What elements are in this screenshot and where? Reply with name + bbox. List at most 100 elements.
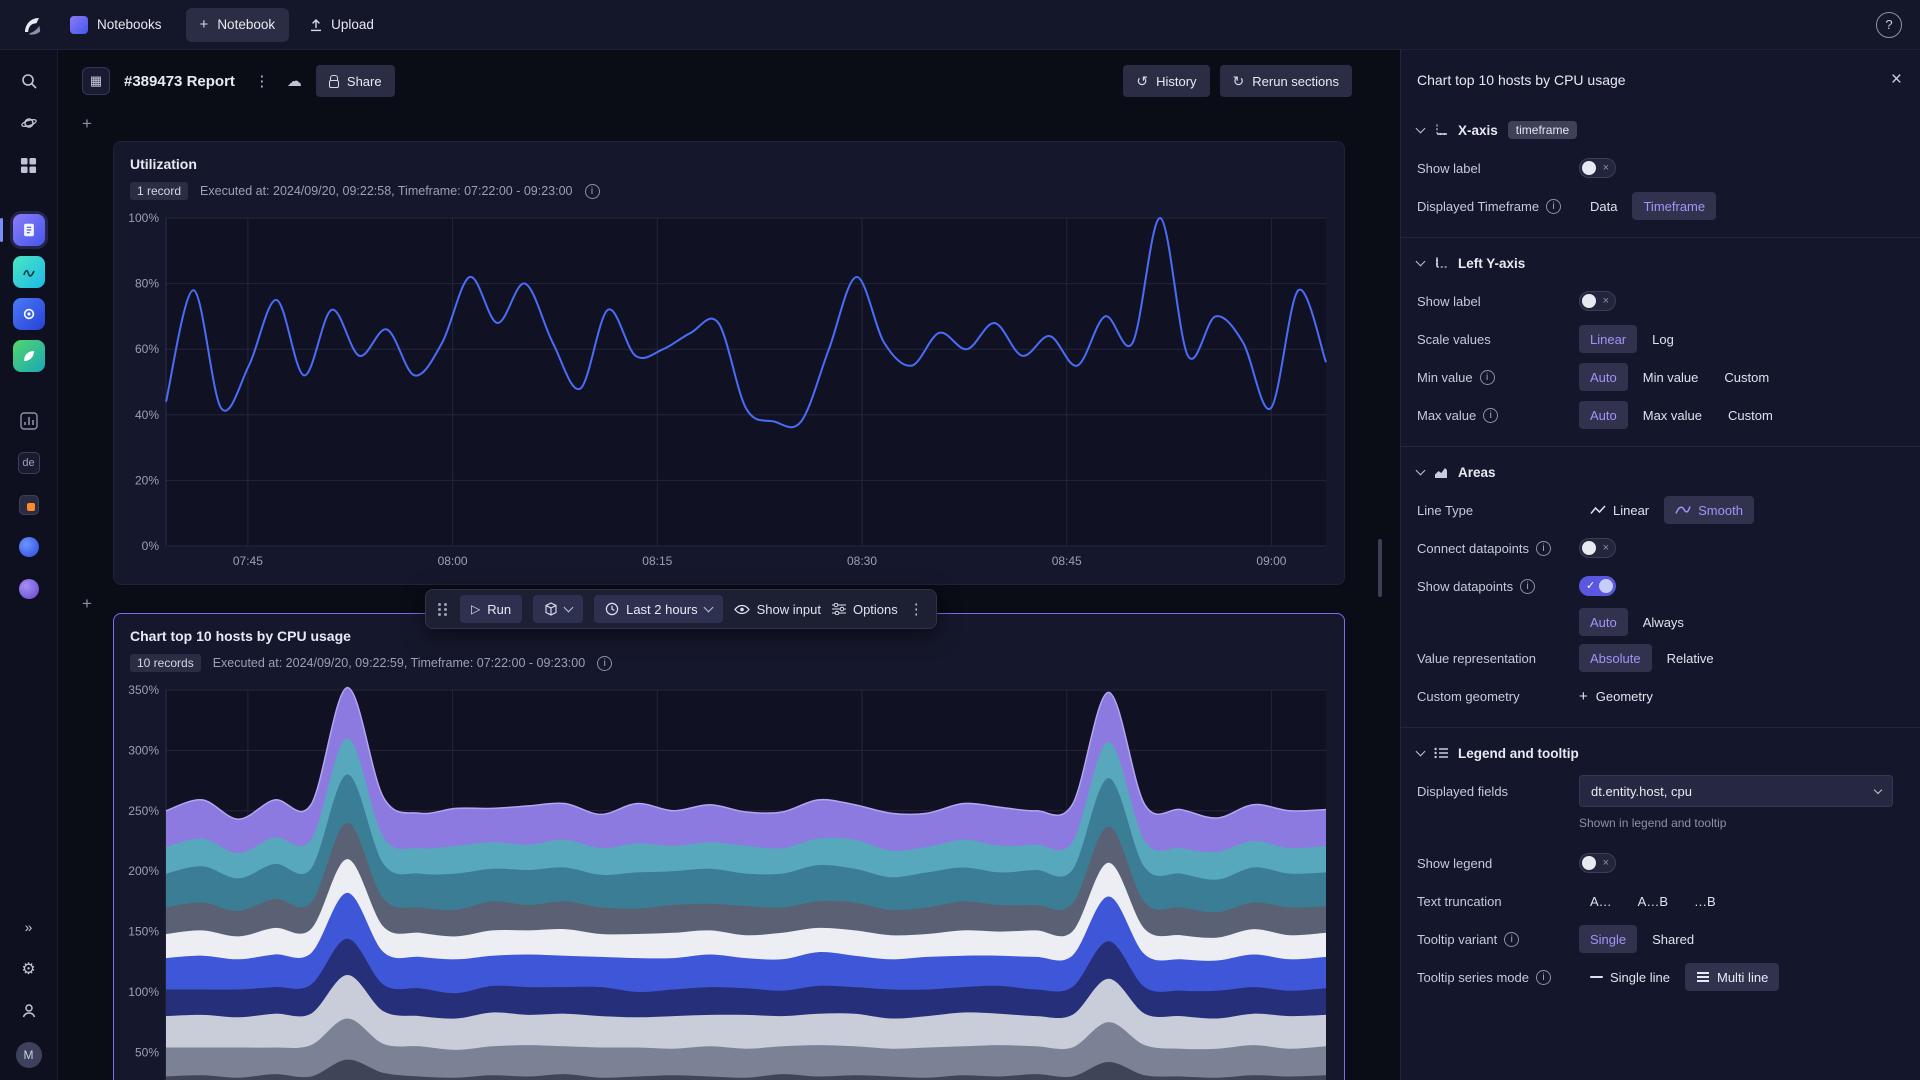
info-icon[interactable]: i — [1520, 578, 1536, 594]
avatar[interactable]: M — [15, 1042, 42, 1068]
app-icon-green[interactable] — [12, 340, 45, 372]
chevron-down-icon — [703, 602, 714, 613]
history-button[interactable]: ↺ History — [1123, 65, 1210, 97]
option-multi-line[interactable]: Multi line — [1685, 963, 1780, 991]
y-axis-show-label-toggle[interactable]: × — [1579, 291, 1616, 311]
settings-gear-icon[interactable]: ⚙ — [14, 954, 44, 984]
share-button[interactable]: Share — [315, 65, 395, 97]
option-data[interactable]: Data — [1579, 192, 1628, 220]
option-truncate-middle[interactable]: A…B — [1627, 887, 1679, 915]
linear-option-label: Linear — [1613, 502, 1650, 518]
app-icon-purple-circle[interactable] — [14, 574, 44, 604]
option-tooltip-shared[interactable]: Shared — [1641, 925, 1705, 953]
info-icon[interactable]: i — [597, 655, 613, 671]
timeframe-dropdown[interactable]: Last 2 hours — [594, 595, 723, 623]
info-icon[interactable]: i — [1546, 198, 1562, 214]
info-icon[interactable]: i — [1479, 369, 1495, 385]
areas-title: Areas — [1458, 464, 1496, 480]
info-icon[interactable]: i — [1504, 931, 1520, 947]
y-axis-icon — [1435, 257, 1447, 268]
add-section-button[interactable]: + — [76, 112, 98, 134]
timeframe-badge: timeframe — [1507, 121, 1578, 139]
connect-datapoints-toggle[interactable]: × — [1579, 538, 1616, 558]
dynatrace-logo[interactable] — [18, 11, 46, 39]
areas-section-header[interactable]: Areas — [1415, 455, 1904, 489]
option-max-value[interactable]: Max value — [1632, 401, 1713, 429]
tab-notebook[interactable]: + Notebook — [185, 7, 290, 42]
info-icon[interactable]: i — [584, 183, 600, 199]
option-truncate-start[interactable]: …B — [1683, 887, 1727, 915]
x-axis-section-header[interactable]: X-axis timeframe — [1415, 113, 1904, 147]
option-linear-line[interactable]: Linear — [1579, 496, 1660, 524]
svg-text:60%: 60% — [135, 342, 159, 356]
notebook-grid-icon-button[interactable]: ▦ — [82, 67, 110, 95]
search-icon[interactable] — [14, 66, 44, 96]
option-max-auto[interactable]: Auto — [1579, 401, 1628, 429]
notebooks-app-link[interactable]: Notebooks — [70, 15, 162, 34]
share-label: Share — [346, 73, 382, 89]
y-axis-section-header[interactable]: Left Y-axis — [1415, 246, 1904, 280]
section-utilization[interactable]: Utilization 1 record Executed at: 2024/0… — [113, 141, 1345, 585]
add-section-button[interactable]: + — [76, 592, 98, 614]
option-log-scale[interactable]: Log — [1641, 325, 1685, 353]
upload-button[interactable]: Upload — [309, 17, 374, 32]
option-truncate-end[interactable]: A… — [1579, 887, 1623, 915]
option-tooltip-single[interactable]: Single — [1579, 925, 1638, 953]
app-icon-teal[interactable] — [12, 256, 45, 288]
notebooks-app-icon[interactable] — [0, 214, 45, 246]
account-icon[interactable] — [14, 996, 44, 1026]
drag-handle-icon[interactable] — [438, 602, 447, 616]
min-value-row: Min value i Auto Min value Custom — [1417, 358, 1904, 396]
show-input-button[interactable]: Show input — [733, 602, 821, 617]
help-button[interactable]: ? — [1876, 11, 1902, 38]
option-min-custom[interactable]: Custom — [1713, 363, 1780, 391]
smooth-line-icon — [1675, 506, 1691, 514]
info-icon[interactable]: i — [1536, 540, 1552, 556]
option-datapoints-auto[interactable]: Auto — [1579, 608, 1628, 636]
section-kebab-menu[interactable]: ⋮ — [909, 600, 924, 618]
observability-globe-icon[interactable] — [14, 108, 44, 138]
scrollbar-thumb[interactable] — [1378, 539, 1382, 597]
utilization-line-chart[interactable]: 07:45 08:00 08:15 08:30 08:45 09:00 0% 20% 40% 60… — [126, 210, 1332, 576]
displayed-fields-value: dt.entity.host, cpu — [1591, 783, 1692, 799]
show-legend-toggle[interactable]: × — [1579, 853, 1616, 873]
option-datapoints-always[interactable]: Always — [1632, 608, 1695, 636]
option-min-value[interactable]: Min value — [1632, 363, 1710, 391]
options-button[interactable]: Options — [831, 602, 898, 617]
cpu-stacked-area-chart[interactable]: 50% 100% 150% 200% 250% 300% 350% — [126, 682, 1332, 1080]
section-x-axis: X-axis timeframe Show label × Displayed … — [1401, 105, 1920, 238]
option-max-custom[interactable]: Custom — [1717, 401, 1784, 429]
info-icon[interactable]: i — [1536, 969, 1551, 985]
legend-section-header[interactable]: Legend and tooltip — [1415, 736, 1904, 770]
x-axis-show-label-toggle[interactable]: × — [1579, 158, 1616, 178]
rerun-sections-button[interactable]: ↻ Rerun sections — [1219, 65, 1352, 97]
option-min-auto[interactable]: Auto — [1579, 363, 1628, 391]
apps-grid-icon[interactable] — [14, 150, 44, 180]
app-icon-blue[interactable] — [12, 298, 45, 330]
option-single-line[interactable]: Single line — [1579, 963, 1681, 991]
app-icon-chart[interactable] — [14, 406, 44, 436]
record-type-dropdown[interactable] — [533, 595, 584, 623]
show-label-label: Show label — [1417, 160, 1481, 176]
app-icon-orange[interactable] — [14, 490, 44, 520]
option-linear-scale[interactable]: Linear — [1579, 325, 1638, 353]
option-absolute[interactable]: Absolute — [1579, 644, 1652, 672]
info-icon[interactable]: i — [1483, 407, 1499, 423]
expand-rail-icon[interactable]: » — [14, 912, 44, 942]
sliders-icon — [831, 603, 846, 615]
dev-badge-icon[interactable]: de — [14, 448, 44, 478]
displayed-fields-select[interactable]: dt.entity.host, cpu — [1579, 775, 1893, 807]
app-icon-blue-circle[interactable] — [14, 532, 44, 562]
section-left-y-axis: Left Y-axis Show label × Scale values Li… — [1401, 238, 1920, 447]
add-geometry-button[interactable]: + Geometry — [1579, 688, 1653, 705]
kebab-menu-icon[interactable]: ⋮ — [251, 68, 273, 94]
option-relative[interactable]: Relative — [1656, 644, 1725, 672]
show-datapoints-toggle[interactable]: ✓ — [1579, 576, 1616, 596]
close-icon[interactable]: × — [1891, 70, 1902, 89]
option-timeframe[interactable]: Timeframe — [1632, 192, 1717, 220]
doc-title: #389473 Report — [124, 72, 235, 90]
section-cpu-chart[interactable]: Chart top 10 hosts by CPU usage 10 recor… — [113, 613, 1345, 1080]
run-button[interactable]: ▷ Run — [460, 595, 523, 623]
option-smooth-line[interactable]: Smooth — [1664, 496, 1754, 524]
chevron-down-icon — [1415, 123, 1426, 134]
